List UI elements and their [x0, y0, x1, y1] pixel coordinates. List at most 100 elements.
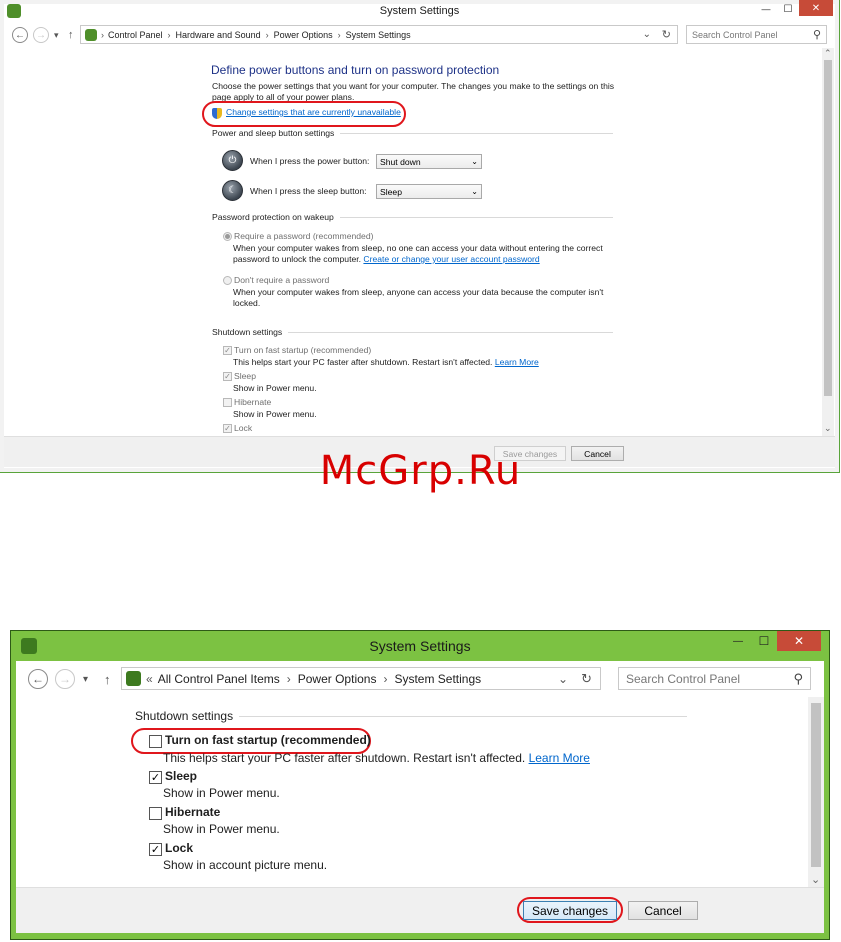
close-button[interactable]: ✕: [777, 631, 821, 651]
no-password-radio[interactable]: [223, 276, 232, 285]
back-button[interactable]: ←: [12, 27, 28, 43]
no-password-desc1: When your computer wakes from sleep, any…: [233, 287, 604, 297]
scrollbar-thumb[interactable]: [811, 703, 821, 867]
lock-checkbox[interactable]: ✓: [223, 424, 232, 433]
section-title: Shutdown settings: [212, 327, 283, 337]
scrollbar-thumb[interactable]: [824, 60, 832, 396]
vertical-scrollbar[interactable]: ⌄: [808, 697, 824, 887]
power-sleep-section-heading: Power and sleep button settings: [212, 128, 613, 138]
fast-startup-label: Turn on fast startup (recommended): [165, 733, 371, 747]
maximize-button[interactable]: ☐: [751, 631, 777, 651]
hibernate-desc: Show in Power menu.: [163, 822, 280, 836]
shutdown-section-heading: Shutdown settings: [135, 709, 687, 723]
minimize-button[interactable]: —: [725, 631, 751, 651]
cancel-button[interactable]: Cancel: [628, 901, 698, 920]
recent-pages-dropdown-icon[interactable]: ▾: [83, 674, 88, 685]
hibernate-checkbox[interactable]: [149, 807, 162, 820]
chevron-down-icon: ⌄: [471, 157, 478, 166]
hibernate-checkbox[interactable]: [223, 398, 232, 407]
control-panel-small-icon: [126, 671, 141, 686]
create-password-link[interactable]: Create or change your user account passw…: [363, 254, 539, 264]
address-dropdown-icon[interactable]: ⌄: [643, 29, 651, 40]
recent-pages-dropdown-icon[interactable]: ▾: [54, 30, 59, 41]
search-input[interactable]: Search Control Panel ⚲: [618, 667, 811, 690]
control-panel-app-icon: [7, 4, 21, 18]
address-dropdown-icon[interactable]: ⌄: [558, 672, 568, 686]
learn-more-link[interactable]: Learn More: [529, 751, 590, 765]
divider: [239, 715, 687, 717]
address-bar[interactable]: › Control Panel › Hardware and Sound › P…: [80, 25, 678, 44]
require-password-radio[interactable]: [223, 232, 232, 241]
refresh-icon[interactable]: ↻: [662, 28, 671, 41]
require-password-desc2: password to unlock the computer. Create …: [233, 254, 540, 264]
up-button[interactable]: ↑: [68, 29, 74, 41]
fast-startup-desc-text: This helps start your PC faster after sh…: [233, 357, 493, 367]
hibernate-desc: Show in Power menu.: [233, 409, 317, 419]
learn-more-link[interactable]: Learn More: [495, 357, 539, 367]
fast-startup-checkbox[interactable]: ✓: [223, 346, 232, 355]
scroll-down-icon[interactable]: ⌄: [811, 873, 820, 886]
scroll-up-icon[interactable]: ⌃: [824, 48, 832, 59]
breadcrumb-separator: ›: [337, 29, 341, 40]
refresh-icon[interactable]: ↻: [581, 671, 592, 687]
search-icon[interactable]: ⚲: [813, 28, 821, 41]
back-button[interactable]: ←: [28, 669, 48, 689]
search-icon[interactable]: ⚲: [793, 671, 803, 687]
vertical-scrollbar[interactable]: ⌃ ⌄: [822, 48, 834, 436]
change-settings-link[interactable]: Change settings that are currently unava…: [226, 107, 401, 117]
sleep-checkbox[interactable]: ✓: [223, 372, 232, 381]
breadcrumb-separator: ›: [286, 671, 291, 686]
lock-desc: Show in account picture menu.: [163, 858, 328, 872]
fast-startup-desc: This helps start your PC faster after sh…: [233, 357, 539, 367]
breadcrumb-hardware-and-sound[interactable]: Hardware and Sound: [176, 30, 261, 40]
scroll-down-icon[interactable]: ⌄: [824, 423, 832, 434]
breadcrumb-separator: ›: [101, 29, 104, 40]
lock-label: Lock: [165, 841, 194, 855]
search-input[interactable]: Search Control Panel ⚲: [686, 25, 827, 44]
search-placeholder: Search Control Panel: [626, 671, 741, 686]
hibernate-label: Hibernate: [165, 805, 221, 819]
up-button[interactable]: ↑: [104, 672, 111, 687]
sleep-label: Sleep: [165, 769, 198, 783]
page-title: Define power buttons and turn on passwor…: [211, 63, 500, 77]
breadcrumb-overflow[interactable]: «: [146, 672, 153, 686]
sleep-button-icon: ☾: [222, 180, 243, 201]
content-area: Shutdown settings Turn on fast startup (…: [16, 697, 808, 887]
top-system-settings-window: System Settings — ☐ ✕ ← → ▾ ↑ › Control …: [0, 0, 840, 473]
uac-shield-icon: [212, 108, 222, 119]
section-title: Password protection on wakeup: [212, 212, 334, 222]
breadcrumb-separator: ›: [383, 671, 388, 686]
sleep-button-select[interactable]: Sleep ⌄: [376, 184, 482, 199]
window-title: System Settings: [369, 638, 471, 654]
forward-button[interactable]: →: [55, 669, 75, 689]
breadcrumb-all-control-panel-items[interactable]: All Control Panel Items: [158, 672, 280, 686]
require-password-label: Require a password (recommended): [234, 231, 374, 241]
breadcrumb-system-settings[interactable]: System Settings: [394, 672, 481, 686]
breadcrumb-power-options[interactable]: Power Options: [274, 30, 333, 40]
fast-startup-label: Turn on fast startup (recommended): [234, 345, 372, 355]
power-button-value: Shut down: [380, 156, 421, 167]
breadcrumb-separator: ›: [265, 29, 269, 40]
address-bar[interactable]: « All Control Panel Items › Power Option…: [121, 667, 601, 690]
lock-label: Lock: [234, 423, 253, 433]
require-password-desc2-text: password to unlock the computer.: [233, 254, 362, 264]
control-panel-small-icon: [85, 28, 97, 41]
power-button-label: When I press the power button:: [250, 156, 370, 166]
no-password-label: Don't require a password: [234, 275, 330, 285]
sleep-checkbox[interactable]: ✓: [149, 771, 162, 784]
forward-button[interactable]: →: [33, 27, 49, 43]
save-changes-button[interactable]: Save changes: [523, 901, 617, 920]
window-controls: — ☐ ✕: [755, 0, 833, 18]
breadcrumb-power-options[interactable]: Power Options: [298, 672, 377, 686]
no-password-desc2: locked.: [233, 298, 261, 308]
power-button-select[interactable]: Shut down ⌄: [376, 154, 482, 169]
minimize-button[interactable]: —: [755, 0, 777, 18]
fast-startup-checkbox[interactable]: [149, 735, 162, 748]
close-button[interactable]: ✕: [799, 0, 833, 16]
maximize-button[interactable]: ☐: [777, 0, 799, 18]
lock-checkbox[interactable]: ✓: [149, 843, 162, 856]
breadcrumb-control-panel[interactable]: Control Panel: [108, 30, 163, 40]
breadcrumb-system-settings[interactable]: System Settings: [346, 30, 411, 40]
watermark-text: McGrp.Ru: [319, 448, 522, 494]
footer-bar: Save changes Cancel: [16, 887, 824, 933]
